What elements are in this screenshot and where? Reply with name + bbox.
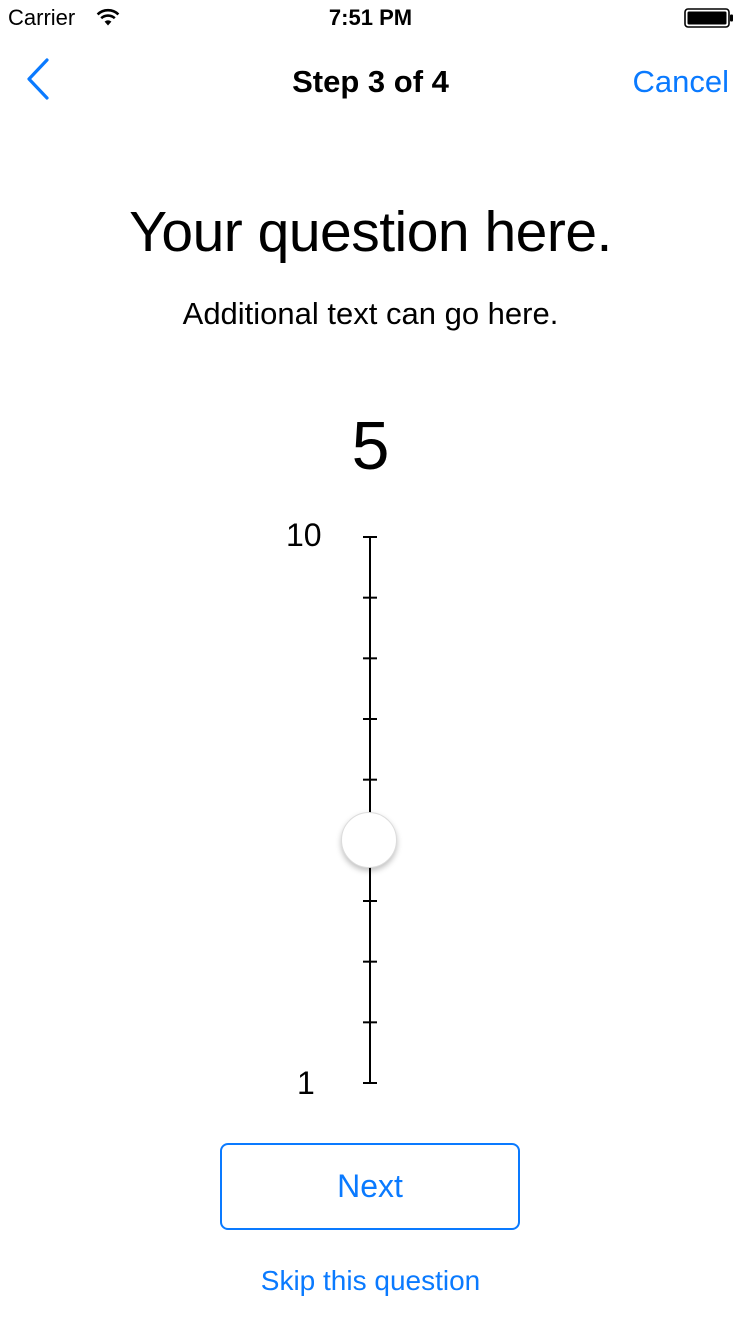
navigation-bar: Step 3 of 4 Cancel <box>0 38 741 126</box>
scale-max-label: 10 <box>286 517 322 553</box>
battery-full-icon <box>684 8 733 28</box>
scale-min-label: 1 <box>297 1065 315 1101</box>
question-title: Your question here. <box>129 200 612 264</box>
step-title: Step 3 of 4 <box>292 64 449 99</box>
scale-current-value: 5 <box>351 408 390 484</box>
status-bar: Carrier 7:51 PM <box>0 0 741 38</box>
clock: 7:51 PM <box>328 5 413 30</box>
question-detail: Additional text can go here. <box>182 296 559 331</box>
cancel-button[interactable]: Cancel <box>633 64 730 100</box>
slider-thumb[interactable] <box>341 812 397 869</box>
next-button[interactable]: Next <box>220 1143 520 1230</box>
skip-question-link[interactable]: Skip this question <box>0 1264 741 1298</box>
vertical-scale-slider[interactable] <box>340 520 420 1100</box>
